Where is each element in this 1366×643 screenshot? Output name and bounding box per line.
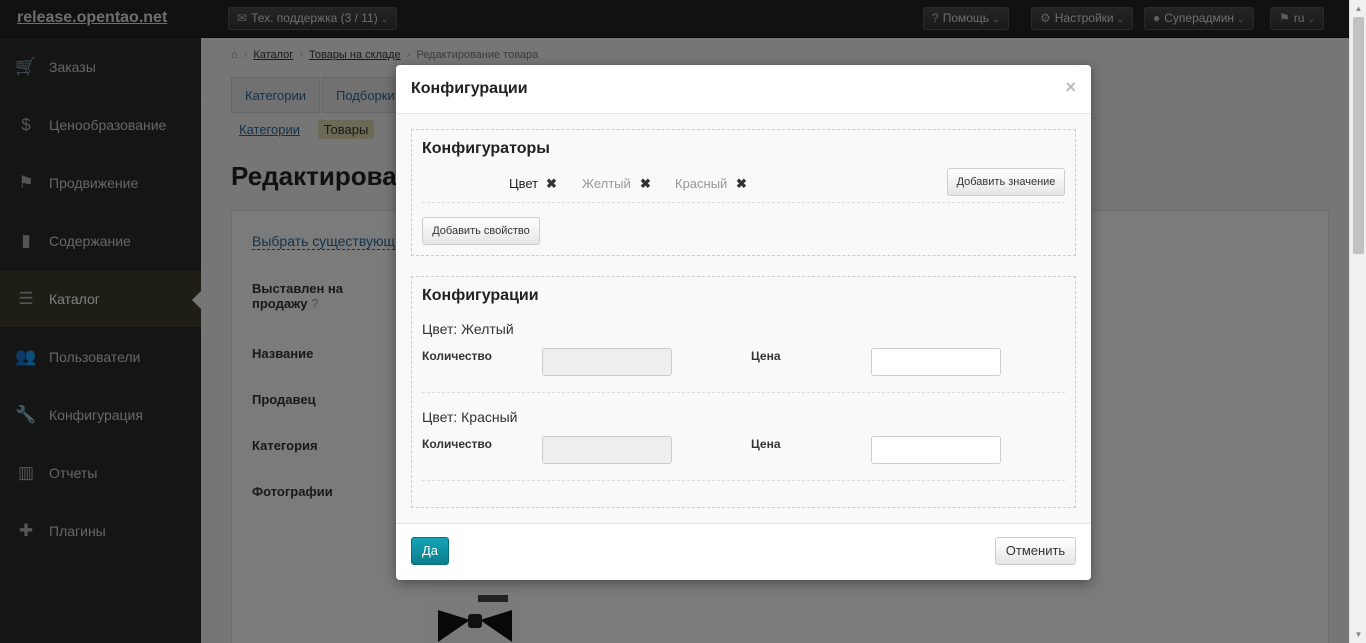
- property-value: Желтый: [582, 176, 631, 191]
- quantity-label: Количество: [422, 349, 492, 363]
- scroll-down-arrow-icon[interactable]: ▼: [1350, 626, 1366, 643]
- quantity-input: [542, 436, 672, 464]
- configurators-title: Конфигураторы: [422, 140, 550, 157]
- scroll-thumb[interactable]: [1353, 17, 1364, 254]
- cancel-button[interactable]: Отменить: [995, 537, 1076, 565]
- configuration-name: Цвет: Желтый: [422, 321, 514, 337]
- confirm-button[interactable]: Да: [411, 537, 449, 565]
- configurations-title: Конфигурации: [422, 287, 539, 304]
- add-value-button[interactable]: Добавить значение: [947, 168, 1065, 196]
- configurations-section: Конфигурации Цвет: Желтый Количество Цен…: [411, 276, 1076, 508]
- configurators-section: Конфигураторы Цвет ✖ Желтый ✖ Красный ✖ …: [411, 129, 1076, 256]
- price-label: Цена: [751, 349, 781, 363]
- quantity-label: Количество: [422, 437, 492, 451]
- add-property-button[interactable]: Добавить свойство: [422, 217, 540, 245]
- modal-header: Конфигурации ×: [396, 65, 1091, 114]
- divider: [422, 202, 1065, 203]
- modal-footer: Да Отменить: [396, 523, 1091, 580]
- divider: [422, 392, 1065, 393]
- scroll-up-arrow-icon[interactable]: ▲: [1350, 0, 1366, 17]
- remove-value-icon[interactable]: ✖: [736, 176, 747, 192]
- price-label: Цена: [751, 437, 781, 451]
- quantity-input: [542, 348, 672, 376]
- property-name: Цвет: [509, 176, 539, 191]
- price-input[interactable]: [871, 436, 1001, 464]
- configuration-name: Цвет: Красный: [422, 409, 518, 425]
- close-icon[interactable]: ×: [1065, 77, 1076, 98]
- page-scrollbar[interactable]: ▲ ▼: [1349, 0, 1366, 643]
- property-value: Красный: [675, 176, 728, 191]
- remove-value-icon[interactable]: ✖: [640, 176, 651, 192]
- configurations-modal: Конфигурации × Конфигураторы Цвет ✖ Желт…: [396, 65, 1091, 580]
- modal-title: Конфигурации: [411, 80, 528, 97]
- modal-body: Конфигураторы Цвет ✖ Желтый ✖ Красный ✖ …: [396, 114, 1091, 523]
- price-input[interactable]: [871, 348, 1001, 376]
- remove-property-icon[interactable]: ✖: [546, 176, 557, 192]
- divider: [422, 480, 1065, 481]
